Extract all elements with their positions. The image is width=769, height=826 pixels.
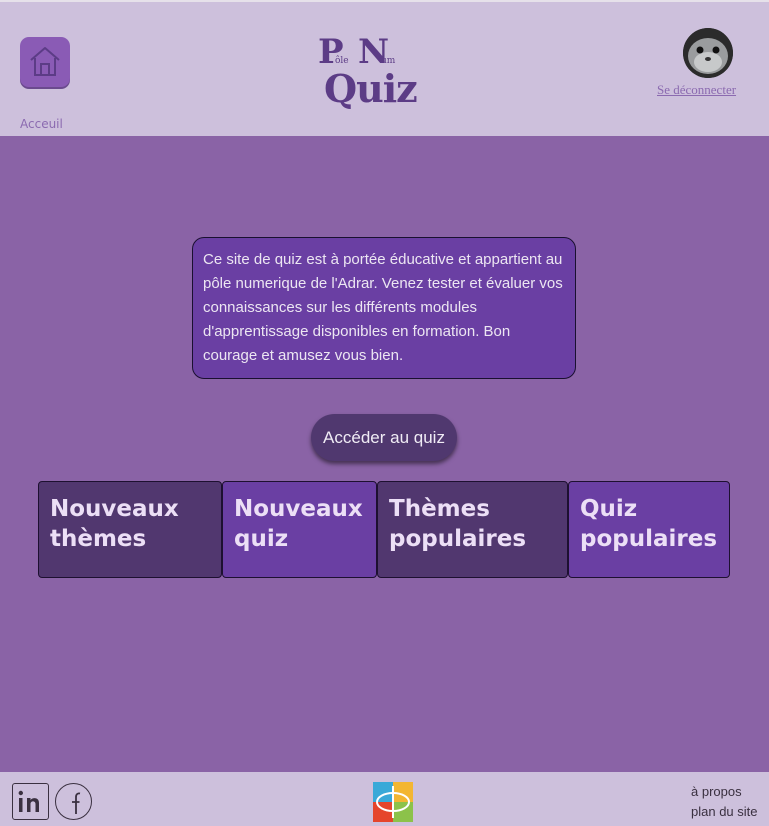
site-footer: à propos plan du site bbox=[0, 772, 769, 826]
footer-links: à propos plan du site bbox=[691, 782, 758, 822]
adrar-logo[interactable] bbox=[373, 782, 413, 822]
footer-link-about[interactable]: à propos bbox=[691, 782, 758, 802]
card-new-quiz[interactable]: Nouveaux quiz bbox=[222, 481, 377, 578]
footer-link-sitemap[interactable]: plan du site bbox=[691, 802, 758, 822]
site-logo[interactable]: P ôle N um Quiz bbox=[318, 32, 418, 111]
card-popular-quiz[interactable]: Quiz populaires bbox=[568, 481, 730, 578]
facebook-icon[interactable] bbox=[55, 783, 92, 820]
home-label[interactable]: Acceuil bbox=[20, 117, 63, 131]
site-header: Acceuil P ôle N um Quiz Se déconnecter bbox=[0, 2, 769, 136]
card-new-themes[interactable]: Nouveaux thèmes bbox=[38, 481, 222, 578]
avatar[interactable] bbox=[683, 28, 733, 78]
logout-link[interactable]: Se déconnecter bbox=[657, 82, 736, 98]
intro-text-box: Ce site de quiz est à portée éducative e… bbox=[192, 237, 576, 379]
access-quiz-button[interactable]: Accéder au quiz bbox=[311, 414, 457, 461]
home-icon bbox=[30, 47, 60, 76]
linkedin-icon[interactable] bbox=[12, 783, 49, 820]
card-popular-themes[interactable]: Thèmes populaires bbox=[377, 481, 568, 578]
home-button[interactable] bbox=[20, 37, 70, 87]
logo-um: um bbox=[381, 56, 396, 66]
logo-ole: ôle bbox=[335, 56, 349, 66]
logo-quiz: Quiz bbox=[324, 66, 418, 111]
